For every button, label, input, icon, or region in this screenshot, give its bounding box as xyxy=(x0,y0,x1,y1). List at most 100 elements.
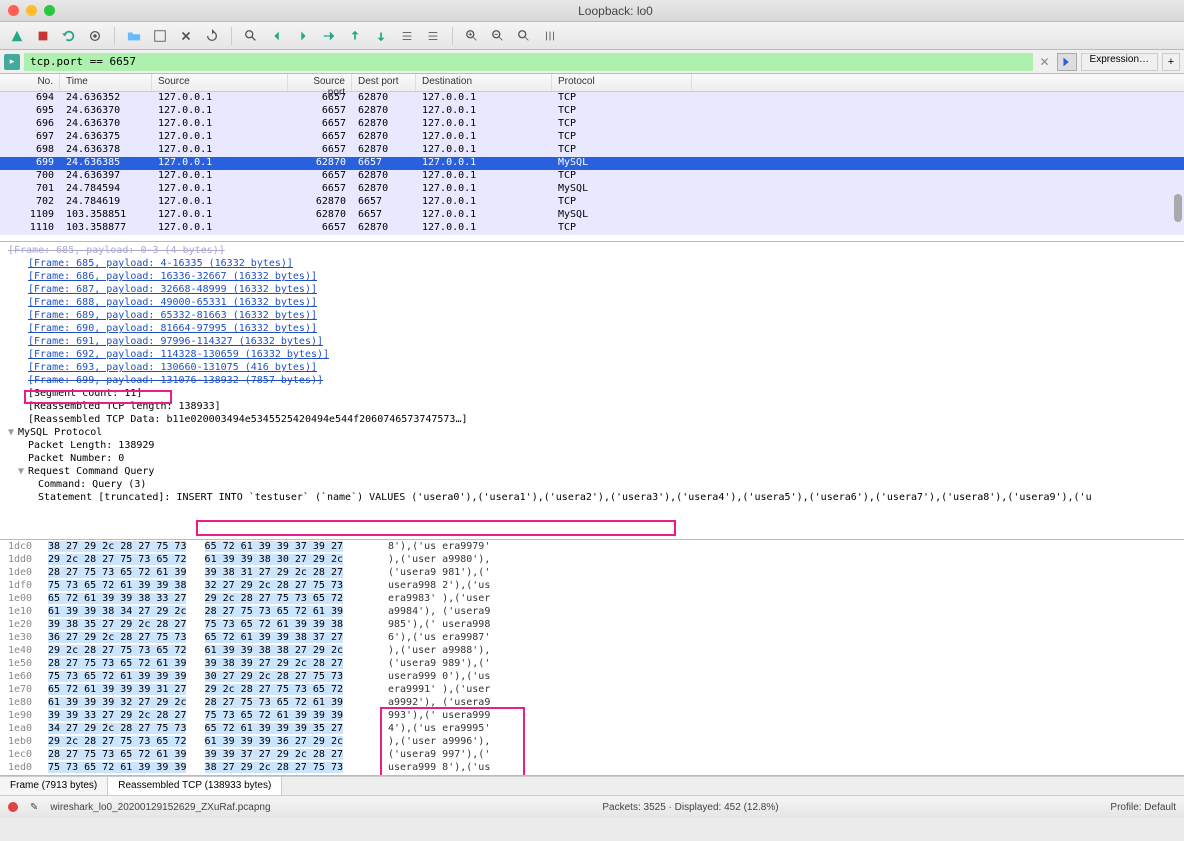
packet-row[interactable]: 69424.636352127.0.0.1665762870127.0.0.1T… xyxy=(0,92,1184,105)
frame-segment-link[interactable]: [Frame: 687, payload: 32668-48999 (16332… xyxy=(20,283,1184,296)
hex-row[interactable]: 1df075 73 65 72 61 39 39 38 32 27 29 2c … xyxy=(0,579,1184,592)
resize-columns-button[interactable] xyxy=(539,25,561,47)
packet-row[interactable]: 69624.636370127.0.0.1665762870127.0.0.1T… xyxy=(0,118,1184,131)
hex-row[interactable]: 1e4029 2c 28 27 75 73 65 72 61 39 39 38 … xyxy=(0,644,1184,657)
hex-row[interactable]: 1e0065 72 61 39 39 38 33 27 29 2c 28 27 … xyxy=(0,592,1184,605)
colorize-button[interactable] xyxy=(422,25,444,47)
packet-row[interactable]: 1110103.358877127.0.0.1665762870127.0.0.… xyxy=(0,222,1184,235)
mysql-protocol-node[interactable]: ▼MySQL Protocol xyxy=(0,426,1184,439)
tab-reassembled[interactable]: Reassembled TCP (138933 bytes) xyxy=(108,777,282,795)
reassembled-length: [Reassembled TCP length: 138933] xyxy=(20,400,1184,413)
packet-row[interactable]: 69824.636378127.0.0.1665762870127.0.0.1T… xyxy=(0,144,1184,157)
frame-segment-link[interactable]: [Frame: 693, payload: 130660-131075 (416… xyxy=(20,361,1184,374)
frame-segment-link[interactable]: [Frame: 686, payload: 16336-32667 (16332… xyxy=(20,270,1184,283)
toolbar-separator xyxy=(231,27,232,45)
col-source-port[interactable]: Source port xyxy=(288,74,352,91)
go-back-button[interactable] xyxy=(266,25,288,47)
hex-row[interactable]: 1e7065 72 61 39 39 39 31 27 29 2c 28 27 … xyxy=(0,683,1184,696)
zoom-reset-button[interactable] xyxy=(513,25,535,47)
col-protocol[interactable]: Protocol xyxy=(552,74,692,91)
frame-segment-link[interactable]: [Frame: 691, payload: 97996-114327 (1633… xyxy=(20,335,1184,348)
col-time[interactable]: Time xyxy=(60,74,152,91)
packet-row[interactable]: 69924.636385127.0.0.1628706657127.0.0.1M… xyxy=(0,157,1184,170)
capture-options-button[interactable] xyxy=(84,25,106,47)
close-file-button[interactable] xyxy=(175,25,197,47)
frame-segment-link[interactable]: [Frame: 699, payload: 131076-138932 (785… xyxy=(20,374,1184,387)
hex-row[interactable]: 1dd029 2c 28 27 75 73 65 72 61 39 39 38 … xyxy=(0,553,1184,566)
frame-segment-link[interactable]: [Frame: 685, payload: 4-16335 (16332 byt… xyxy=(20,257,1184,270)
capture-file-label: wireshark_lo0_20200129152629_ZXuRaf.pcap… xyxy=(50,802,270,813)
go-to-packet-button[interactable] xyxy=(318,25,340,47)
start-capture-button[interactable] xyxy=(6,25,28,47)
col-dest-port[interactable]: Dest port xyxy=(352,74,416,91)
stop-capture-button[interactable] xyxy=(32,25,54,47)
open-file-button[interactable] xyxy=(123,25,145,47)
hex-row[interactable]: 1dc038 27 29 2c 28 27 75 73 65 72 61 39 … xyxy=(0,540,1184,553)
packet-row[interactable]: 70024.636397127.0.0.1665762870127.0.0.1T… xyxy=(0,170,1184,183)
packet-row[interactable]: 70224.784619127.0.0.1628706657127.0.0.1T… xyxy=(0,196,1184,209)
find-packet-button[interactable] xyxy=(240,25,262,47)
annotation-box xyxy=(196,520,676,536)
hex-row[interactable]: 1eb029 2c 28 27 75 73 65 72 61 39 39 39 … xyxy=(0,735,1184,748)
col-destination[interactable]: Destination xyxy=(416,74,552,91)
hex-row[interactable]: 1ea034 27 29 2c 28 27 75 73 65 72 61 39 … xyxy=(0,722,1184,735)
hex-row[interactable]: 1e5028 27 75 73 65 72 61 39 39 38 39 27 … xyxy=(0,657,1184,670)
segment-count: [Segment count: 11] xyxy=(20,387,1184,400)
edit-icon[interactable]: ✎ xyxy=(30,802,38,813)
frame-segment-link[interactable]: [Frame: 689, payload: 65332-81663 (16332… xyxy=(20,309,1184,322)
hex-row[interactable]: 1ee065 72 61 39 39 39 39 27 29era9999' ) xyxy=(0,774,1184,776)
zoom-out-button[interactable] xyxy=(487,25,509,47)
clear-filter-button[interactable]: ✕ xyxy=(1037,54,1053,70)
packet-list-header: No. Time Source Source port Dest port De… xyxy=(0,74,1184,92)
tab-frame[interactable]: Frame (7913 bytes) xyxy=(0,777,108,795)
expert-info-icon[interactable] xyxy=(8,802,18,812)
profile-label[interactable]: Profile: Default xyxy=(1110,802,1176,813)
frame-segment-link[interactable]: [Frame: 692, payload: 114328-130659 (163… xyxy=(20,348,1184,361)
col-no[interactable]: No. xyxy=(0,74,60,91)
expression-button[interactable]: Expression… xyxy=(1081,53,1158,71)
display-filter-input[interactable] xyxy=(24,53,1033,71)
hex-row[interactable]: 1e9039 39 33 27 29 2c 28 27 75 73 65 72 … xyxy=(0,709,1184,722)
packet-row[interactable]: 70124.784594127.0.0.1665762870127.0.0.1M… xyxy=(0,183,1184,196)
filter-bookmark-icon[interactable]: ▸ xyxy=(4,54,20,70)
hex-row[interactable]: 1ed075 73 65 72 61 39 39 39 38 27 29 2c … xyxy=(0,761,1184,774)
hex-row[interactable]: 1ec028 27 75 73 65 72 61 39 39 39 37 27 … xyxy=(0,748,1184,761)
auto-scroll-button[interactable] xyxy=(396,25,418,47)
reload-file-button[interactable] xyxy=(201,25,223,47)
command-value: Command: Query (3) xyxy=(30,478,1184,491)
zoom-in-button[interactable] xyxy=(461,25,483,47)
statement-value: Statement [truncated]: INSERT INTO `test… xyxy=(30,491,1184,504)
frame-segment-link[interactable]: [Frame: 690, payload: 81664-97995 (16332… xyxy=(20,322,1184,335)
restart-capture-button[interactable] xyxy=(58,25,80,47)
go-last-button[interactable] xyxy=(370,25,392,47)
hex-row[interactable]: 1e6075 73 65 72 61 39 39 39 30 27 29 2c … xyxy=(0,670,1184,683)
save-file-button[interactable] xyxy=(149,25,171,47)
request-command-node[interactable]: ▼Request Command Query xyxy=(10,465,1184,478)
packet-bytes-pane[interactable]: 1dc038 27 29 2c 28 27 75 73 65 72 61 39 … xyxy=(0,540,1184,776)
hex-row[interactable]: 1e8061 39 39 39 32 27 29 2c 28 27 75 73 … xyxy=(0,696,1184,709)
apply-filter-button[interactable] xyxy=(1057,53,1077,71)
toolbar-separator xyxy=(114,27,115,45)
packet-list-pane[interactable]: No. Time Source Source port Dest port De… xyxy=(0,74,1184,242)
frame-segment-link[interactable]: [Frame: 688, payload: 49000-65331 (16332… xyxy=(20,296,1184,309)
go-first-button[interactable] xyxy=(344,25,366,47)
maximize-window-button[interactable] xyxy=(44,5,55,16)
packet-details-pane[interactable]: [Frame: 685, payload: 0-3 (4 bytes)] [Fr… xyxy=(0,242,1184,540)
packet-length: Packet Length: 138929 xyxy=(20,439,1184,452)
col-source[interactable]: Source xyxy=(152,74,288,91)
hex-row[interactable]: 1e1061 39 39 38 34 27 29 2c 28 27 75 73 … xyxy=(0,605,1184,618)
packet-row[interactable]: 69724.636375127.0.0.1665762870127.0.0.1T… xyxy=(0,131,1184,144)
hex-row[interactable]: 1de028 27 75 73 65 72 61 39 39 38 31 27 … xyxy=(0,566,1184,579)
close-window-button[interactable] xyxy=(8,5,19,16)
window-title: Loopback: lo0 xyxy=(55,4,1176,18)
hex-row[interactable]: 1e3036 27 29 2c 28 27 75 73 65 72 61 39 … xyxy=(0,631,1184,644)
packet-count-label: Packets: 3525 · Displayed: 452 (12.8%) xyxy=(602,802,778,813)
packet-row[interactable]: 1109103.358851127.0.0.1628706657127.0.0.… xyxy=(0,209,1184,222)
scrollbar-thumb[interactable] xyxy=(1174,194,1182,222)
go-forward-button[interactable] xyxy=(292,25,314,47)
packet-row[interactable]: 69524.636370127.0.0.1665762870127.0.0.1T… xyxy=(0,105,1184,118)
hex-row[interactable]: 1e2039 38 35 27 29 2c 28 27 75 73 65 72 … xyxy=(0,618,1184,631)
window-titlebar: Loopback: lo0 xyxy=(0,0,1184,22)
add-filter-button[interactable]: + xyxy=(1162,53,1180,71)
minimize-window-button[interactable] xyxy=(26,5,37,16)
